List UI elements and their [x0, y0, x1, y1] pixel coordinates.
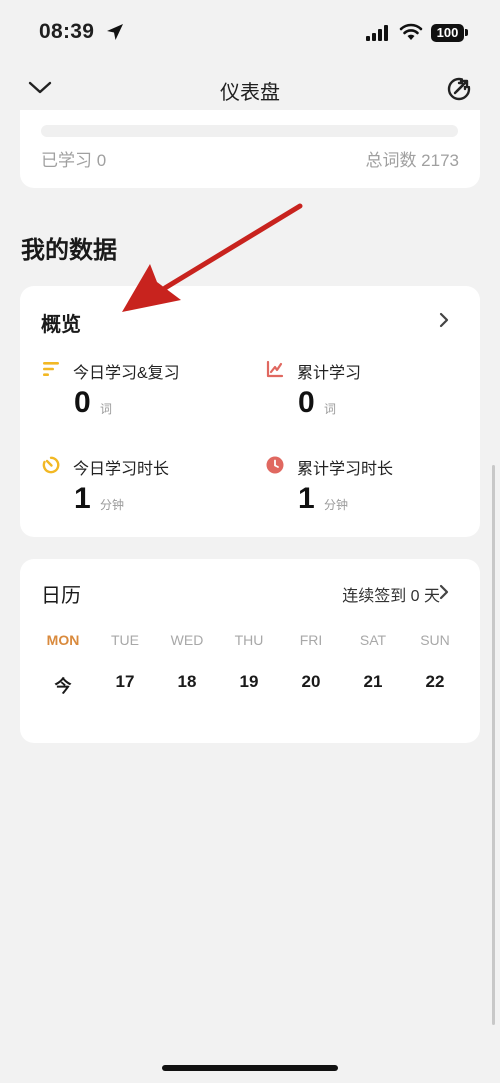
section-title: 我的数据 [21, 237, 117, 264]
home-indicator[interactable] [162, 1065, 338, 1071]
wifi-icon [399, 23, 423, 40]
bars-icon [43, 362, 59, 376]
stat-unit: 分钟 [324, 498, 349, 512]
calendar-day[interactable]: 22 [404, 672, 466, 697]
overview-card[interactable]: 概览 今日学习&复习 0 词 累计学习 0 词 今日学习时长 1 分钟 累计学习… [20, 286, 480, 537]
line-chart-icon [266, 360, 284, 378]
stat-label: 累计学习 [297, 365, 362, 382]
calendar-day[interactable]: 19 [218, 672, 280, 697]
calendar-day-today[interactable]: 今 [32, 672, 94, 697]
stat-label: 累计学习时长 [297, 461, 394, 478]
overview-title: 概览 [41, 314, 81, 336]
weekday-label: SUN [420, 632, 450, 648]
weekday-row: MON TUE WED THU FRI SAT SUN [32, 632, 468, 648]
stat-label: 今日学习时长 [73, 461, 170, 478]
streak-label[interactable]: 连续签到 0 天 [342, 582, 440, 606]
battery-indicator: 100 [431, 24, 464, 42]
stat-value: 1 [74, 482, 91, 515]
progress-card: 已学习 0 总词数 2173 [20, 110, 480, 188]
calendar-card[interactable]: 日历 连续签到 0 天 MON TUE WED THU FRI SAT SUN … [20, 559, 480, 743]
nav-bar: 仪表盘 [0, 66, 500, 112]
weekday-label: MON [46, 632, 80, 648]
scroll-indicator[interactable] [492, 465, 495, 1025]
share-icon[interactable] [446, 76, 472, 102]
weekday-label: THU [234, 632, 264, 648]
location-arrow-icon [107, 24, 123, 40]
weekday-label: TUE [111, 632, 139, 648]
cellular-signal-icon [366, 25, 388, 41]
status-bar: 08:39 100 [0, 0, 500, 66]
calendar-title: 日历 [41, 585, 81, 607]
calendar-day[interactable]: 20 [280, 672, 342, 697]
page-title: 仪表盘 [220, 82, 280, 104]
weekday-label: SAT [359, 632, 387, 648]
stat-value: 1 [298, 482, 315, 515]
calendar-day[interactable]: 17 [94, 672, 156, 697]
stat-unit: 词 [324, 402, 337, 416]
status-time: 08:39 [39, 20, 95, 43]
timer-icon [42, 456, 60, 474]
chevron-right-icon[interactable] [438, 584, 450, 600]
weekday-label: WED [170, 632, 204, 648]
calendar-day[interactable]: 21 [342, 672, 404, 697]
battery-tip [465, 29, 468, 36]
learned-count: 已学习 0 [41, 151, 107, 170]
stat-unit: 分钟 [100, 498, 125, 512]
stat-unit: 词 [100, 402, 113, 416]
date-row: 今 17 18 19 20 21 22 [32, 672, 468, 697]
stat-value: 0 [298, 386, 315, 419]
annotation-arrow-icon [122, 203, 303, 312]
progress-bar [41, 125, 458, 137]
stat-value: 0 [74, 386, 91, 419]
chevron-right-icon[interactable] [438, 312, 450, 328]
total-count: 总词数 2173 [365, 151, 459, 170]
weekday-label: FRI [299, 632, 323, 648]
stat-label: 今日学习&复习 [73, 365, 180, 382]
calendar-day[interactable]: 18 [156, 672, 218, 697]
battery-level: 100 [436, 25, 459, 40]
clock-icon [266, 456, 284, 474]
